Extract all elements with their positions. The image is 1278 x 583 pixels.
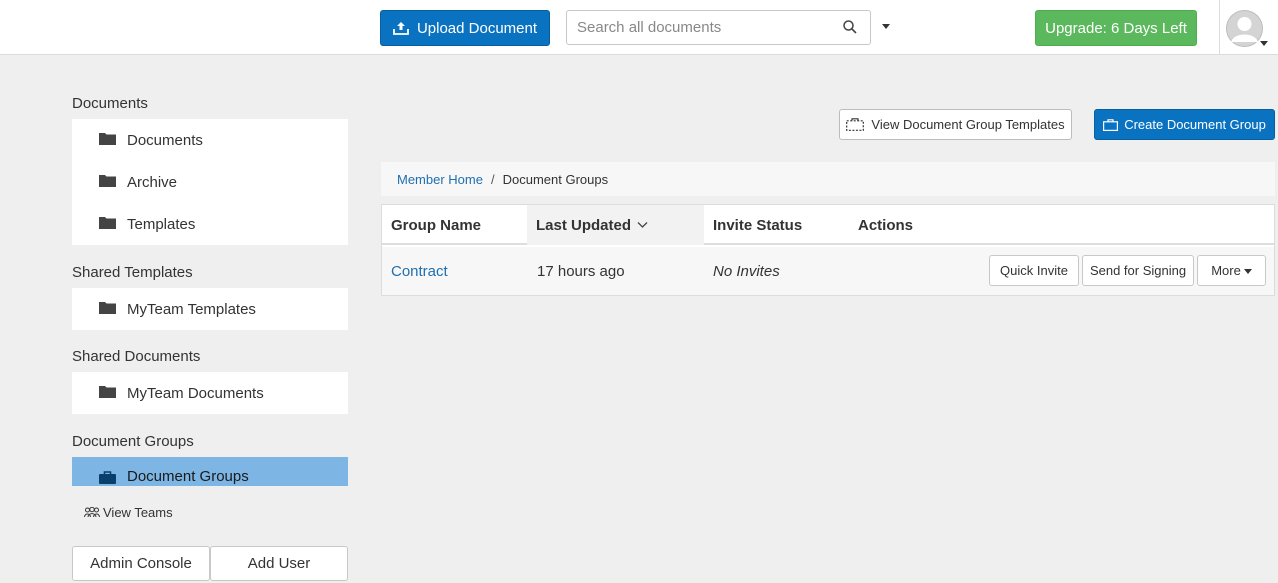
quick-invite-button[interactable]: Quick Invite <box>989 255 1079 286</box>
search-box <box>566 10 871 45</box>
sidebar-item-label: Documents <box>127 131 203 149</box>
upload-document-label: Upload Document <box>416 19 538 37</box>
sidebar-item-documents[interactable]: Documents <box>72 119 348 161</box>
column-header-invite-status[interactable]: Invite Status <box>704 205 849 245</box>
sidebar-item-label: MyTeam Documents <box>127 384 264 402</box>
sidebar-heading-documents: Documents <box>72 95 148 112</box>
column-header-actions: Actions <box>858 216 914 234</box>
create-group-label: Create Document Group <box>1124 117 1266 132</box>
sidebar-item-templates[interactable]: Templates <box>72 203 348 245</box>
caret-down-icon <box>1243 269 1252 274</box>
more-actions-button[interactable]: More <box>1197 255 1266 286</box>
view-templates-label: View Document Group Templates <box>871 117 1065 132</box>
folder-icon <box>99 301 116 314</box>
briefcase-outline-icon <box>1103 118 1119 131</box>
document-groups-table: Group Name Last Updated Invite Status Ac… <box>381 204 1275 296</box>
sidebar-item-myteam-templates[interactable]: MyTeam Templates <box>72 288 348 330</box>
column-header-last-updated[interactable]: Last Updated <box>527 205 704 245</box>
sidebar-item-label: Document Groups <box>127 468 249 485</box>
folder-icon <box>99 132 116 145</box>
user-silhouette-icon <box>1226 10 1263 47</box>
breadcrumb-member-home[interactable]: Member Home <box>397 172 483 187</box>
breadcrumb-separator: / <box>490 171 495 187</box>
folder-icon <box>99 385 116 398</box>
sidebar-panel-document-groups: Document Groups <box>72 457 348 486</box>
sidebar-item-myteam-documents[interactable]: MyTeam Documents <box>72 372 348 414</box>
sidebar-item-label: Templates <box>127 215 196 233</box>
sort-descending-icon <box>637 222 648 228</box>
teams-icon <box>84 507 100 518</box>
last-updated-cell: 17 hours ago <box>537 262 625 280</box>
view-teams-label: View Teams <box>103 505 173 520</box>
invite-status-cell: No Invites <box>713 262 780 280</box>
upload-document-button[interactable]: Upload Document <box>380 10 550 46</box>
breadcrumb-current: Document Groups <box>502 171 609 187</box>
sidebar-heading-shared-templates: Shared Templates <box>72 264 193 281</box>
upgrade-button[interactable]: Upgrade: 6 Days Left <box>1035 10 1197 46</box>
templates-briefcase-icon <box>846 118 865 131</box>
create-document-group-button[interactable]: Create Document Group <box>1094 109 1275 140</box>
table-header: Group Name Last Updated Invite Status Ac… <box>382 205 1274 245</box>
sidebar-item-document-groups[interactable]: Document Groups <box>72 457 348 486</box>
briefcase-icon <box>99 471 116 484</box>
column-header-label: Last Updated <box>536 216 632 234</box>
sidebar-panel-shared-templates: MyTeam Templates <box>72 288 348 330</box>
search-options-caret-icon[interactable] <box>882 24 890 29</box>
folder-icon <box>99 174 116 187</box>
sidebar-panel-documents: Documents Archive Templates <box>72 119 348 245</box>
view-teams-link[interactable]: View Teams <box>84 505 173 520</box>
upload-icon <box>393 22 409 35</box>
top-bar: Upload Document Upgrade: 6 Days Left <box>0 0 1278 55</box>
user-menu-caret-icon <box>1260 41 1268 46</box>
view-document-group-templates-button[interactable]: View Document Group Templates <box>839 109 1072 140</box>
search-input[interactable] <box>567 11 827 44</box>
column-header-group-name[interactable]: Group Name <box>382 205 527 245</box>
breadcrumb: Member Home / Document Groups <box>381 162 1275 196</box>
send-for-signing-button[interactable]: Send for Signing <box>1082 255 1194 286</box>
sidebar-heading-document-groups: Document Groups <box>72 433 194 450</box>
search-icon[interactable] <box>842 19 858 35</box>
table-row: Contract 17 hours ago No Invites Quick I… <box>382 247 1274 295</box>
admin-console-button[interactable]: Admin Console <box>72 546 210 581</box>
group-name-link[interactable]: Contract <box>382 247 448 295</box>
sidebar-item-archive[interactable]: Archive <box>72 161 348 203</box>
sidebar-panel-shared-documents: MyTeam Documents <box>72 372 348 414</box>
user-menu[interactable] <box>1219 0 1278 55</box>
sidebar-item-label: MyTeam Templates <box>127 300 256 318</box>
add-user-button[interactable]: Add User <box>210 546 348 581</box>
avatar <box>1226 10 1263 47</box>
sidebar-heading-shared-documents: Shared Documents <box>72 348 201 365</box>
sidebar-item-label: Archive <box>127 173 178 191</box>
more-label: More <box>1211 263 1241 278</box>
folder-icon <box>99 216 116 229</box>
